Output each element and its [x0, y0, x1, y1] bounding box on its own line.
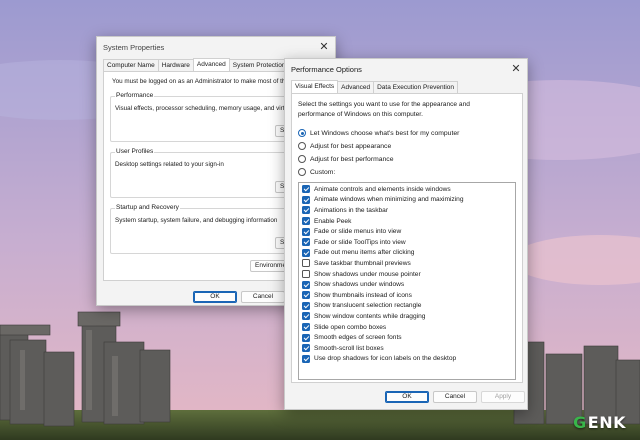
performance-options-window: Performance Options ✕ Visual Effects Adv… — [284, 58, 528, 410]
window-title: Performance Options — [291, 64, 362, 74]
effect-label: Slide open combo boxes — [314, 323, 387, 331]
user-profiles-description: Desktop settings related to your sign-in — [115, 161, 224, 168]
effect-label: Animate controls and elements inside win… — [314, 185, 451, 193]
tab-system-protection[interactable]: System Protection — [228, 59, 290, 71]
effect-checkbox[interactable] — [302, 227, 310, 236]
effect-item[interactable]: Animations in the taskbar — [299, 205, 515, 216]
performance-apply-button[interactable]: Apply — [481, 391, 525, 403]
user-profiles-legend: User Profiles — [115, 148, 155, 155]
effect-label: Use drop shadows for icon labels on the … — [314, 355, 457, 363]
effect-item[interactable]: Fade or slide ToolTips into view — [299, 237, 515, 248]
effect-checkbox[interactable] — [302, 238, 310, 247]
startup-recovery-description: System startup, system failure, and debu… — [115, 217, 278, 224]
title-bar: Performance Options — [285, 59, 527, 79]
performance-description: Visual effects, processor scheduling, me… — [115, 105, 293, 112]
performance-legend: Performance — [115, 92, 155, 99]
effect-item[interactable]: Smooth-scroll list boxes — [299, 343, 515, 354]
tab-data-execution-prevention[interactable]: Data Execution Prevention — [373, 81, 459, 93]
effect-item[interactable]: Save taskbar thumbnail previews — [299, 258, 515, 269]
effect-checkbox[interactable] — [302, 323, 310, 332]
effect-label: Smooth edges of screen fonts — [314, 334, 402, 342]
effect-label: Animate windows when minimizing and maxi… — [314, 196, 464, 204]
radio-label: Adjust for best appearance — [310, 142, 392, 150]
effect-item[interactable]: Enable Peek — [299, 216, 515, 227]
effect-checkbox[interactable] — [302, 206, 310, 215]
effect-item[interactable]: Show translucent selection rectangle — [299, 301, 515, 312]
effect-item[interactable]: Use drop shadows for icon labels on the … — [299, 354, 515, 365]
radio-custom[interactable]: Custom: — [298, 168, 335, 176]
system-properties-ok-button[interactable]: OK — [193, 291, 237, 303]
radio-let-windows-choose[interactable]: Let Windows choose what's best for my co… — [298, 129, 459, 137]
effect-label: Animations in the taskbar — [314, 206, 389, 214]
tab-visual-effects[interactable]: Visual Effects — [291, 80, 339, 93]
radio-button[interactable] — [298, 142, 306, 150]
effect-item[interactable]: Show thumbnails instead of icons — [299, 290, 515, 301]
effect-label: Show shadows under windows — [314, 281, 405, 289]
effect-checkbox[interactable] — [302, 185, 310, 194]
window-title: System Properties — [103, 42, 165, 52]
performance-cancel-button[interactable]: Cancel — [433, 391, 477, 403]
effect-item[interactable]: Fade or slide menus into view — [299, 226, 515, 237]
effect-label: Show shadows under mouse pointer — [314, 270, 421, 278]
tab-computer-name[interactable]: Computer Name — [103, 59, 159, 71]
effect-checkbox[interactable] — [302, 333, 310, 342]
effect-label: Fade or slide ToolTips into view — [314, 238, 406, 246]
effect-label: Save taskbar thumbnail previews — [314, 259, 411, 267]
startup-recovery-legend: Startup and Recovery — [115, 204, 180, 211]
effect-label: Fade or slide menus into view — [314, 228, 402, 236]
radio-label: Adjust for best performance — [310, 155, 394, 163]
effect-checkbox[interactable] — [302, 344, 310, 353]
effect-item[interactable]: Show shadows under mouse pointer — [299, 269, 515, 280]
instructions-line-1: Select the settings you want to use for … — [298, 101, 470, 108]
radio-label: Let Windows choose what's best for my co… — [310, 129, 460, 137]
radio-label: Custom: — [310, 168, 336, 176]
tab-advanced[interactable]: Advanced — [337, 81, 375, 93]
radio-button[interactable] — [298, 155, 306, 163]
effect-checkbox[interactable] — [302, 259, 310, 268]
effect-label: Enable Peek — [314, 217, 352, 225]
visual-effects-panel: Select the settings you want to use for … — [291, 93, 523, 383]
effect-checkbox[interactable] — [302, 354, 310, 363]
effect-label: Show thumbnails instead of icons — [314, 291, 412, 299]
effect-checkbox[interactable] — [302, 217, 310, 226]
effect-checkbox[interactable] — [302, 280, 310, 289]
title-bar: System Properties — [97, 37, 335, 57]
effect-item[interactable]: Animate windows when minimizing and maxi… — [299, 195, 515, 206]
effect-checkbox[interactable] — [302, 301, 310, 310]
radio-best-appearance[interactable]: Adjust for best appearance — [298, 142, 391, 150]
admin-note: You must be logged on as an Administrato… — [112, 78, 289, 85]
tab-hardware[interactable]: Hardware — [157, 59, 194, 71]
effect-label: Smooth-scroll list boxes — [314, 344, 384, 352]
genk-watermark: G ENK — [573, 413, 626, 432]
radio-button[interactable] — [298, 129, 306, 137]
instructions-line-2: performance of Windows on this computer. — [298, 111, 423, 118]
effect-item[interactable]: Animate controls and elements inside win… — [299, 184, 515, 195]
effect-checkbox[interactable] — [302, 270, 310, 279]
effect-checkbox[interactable] — [302, 312, 310, 321]
genk-logo-text: ENK — [587, 413, 626, 432]
effect-label: Show window contents while dragging — [314, 312, 426, 320]
radio-best-performance[interactable]: Adjust for best performance — [298, 155, 394, 163]
performance-ok-button[interactable]: OK — [385, 391, 429, 403]
tab-strip: Computer Name Hardware Advanced System P… — [103, 58, 301, 71]
effect-checkbox[interactable] — [302, 291, 310, 300]
effect-item[interactable]: Show shadows under windows — [299, 279, 515, 290]
effect-checkbox[interactable] — [302, 195, 310, 204]
close-icon[interactable]: ✕ — [509, 62, 523, 76]
effect-label: Show translucent selection rectangle — [314, 302, 422, 310]
close-icon[interactable]: ✕ — [317, 40, 331, 54]
effect-label: Fade out menu items after clicking — [314, 249, 415, 257]
visual-effects-list[interactable]: Animate controls and elements inside win… — [298, 182, 516, 380]
effect-item[interactable]: Show window contents while dragging — [299, 311, 515, 322]
genk-logo-g: G — [573, 413, 587, 432]
tab-strip: Visual Effects Advanced Data Execution P… — [291, 80, 459, 93]
effect-item[interactable]: Fade out menu items after clicking — [299, 248, 515, 259]
system-properties-cancel-button[interactable]: Cancel — [241, 291, 285, 303]
radio-button[interactable] — [298, 168, 306, 176]
effect-checkbox[interactable] — [302, 248, 310, 257]
effect-item[interactable]: Smooth edges of screen fonts — [299, 332, 515, 343]
tab-advanced[interactable]: Advanced — [192, 58, 230, 71]
effect-item[interactable]: Slide open combo boxes — [299, 322, 515, 333]
